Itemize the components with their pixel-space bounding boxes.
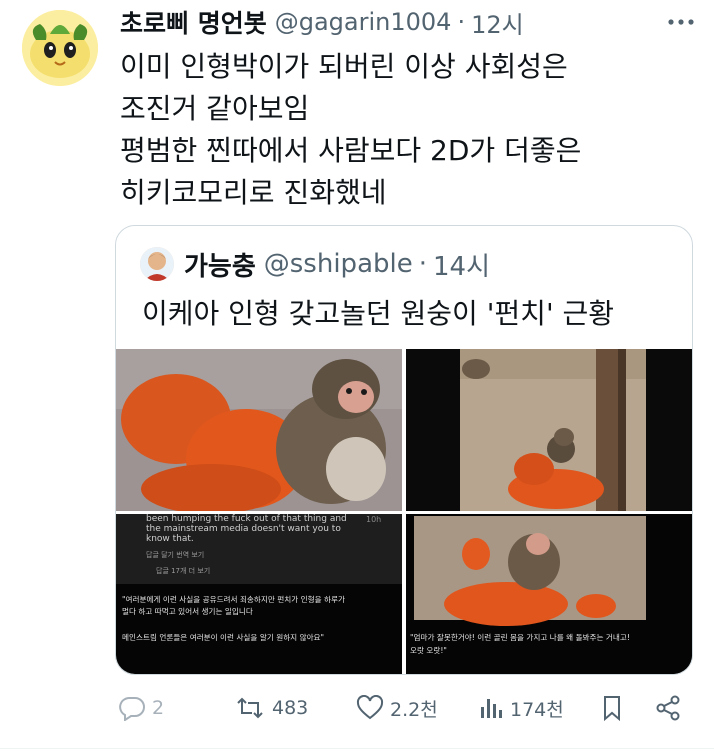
comment-actions: 답글 달기 번역 보기 <box>146 551 205 559</box>
reply-icon <box>119 697 145 721</box>
quoted-post[interactable]: 가능충 @sshipable · 14시 이케아 인형 갖고놀던 원숭이 '펀치… <box>115 225 693 675</box>
media-image-monkey-doll[interactable] <box>116 349 402 511</box>
caption-line: 멀다 하고 따먹고 있어서 생기는 일입니다 <box>122 607 253 616</box>
more-options-icon[interactable] <box>666 10 696 34</box>
post-text-line: 이미 인형박이가 되버린 이상 사회성은 <box>120 50 568 83</box>
quoted-author-handle: @sshipable <box>263 249 413 279</box>
post-text: 이미 인형박이가 되버린 이상 사회성은 조진거 같아보임 평범한 찐따에서 사… <box>120 46 700 214</box>
action-bar: 2 483 2.2천 174천 <box>118 690 698 726</box>
post-timestamp[interactable]: 12시 <box>471 5 524 40</box>
retweet-icon <box>237 697 263 719</box>
comment-replies: 답글 17개 더 보기 <box>156 567 211 575</box>
quoted-post-text: 이케아 인형 갖고놀던 원숭이 '펀치' 근황 <box>142 297 615 330</box>
quoted-author-avatar <box>140 247 174 281</box>
separator-dot: · <box>418 249 427 279</box>
media-image-monkey-scolding[interactable]: "엄마가 잘못한거야! 이런 골린 몸을 가지고 나를 왜 돌봐주는 거내고! … <box>406 514 692 674</box>
separator-dot: · <box>457 8 466 36</box>
heart-icon <box>356 695 384 720</box>
caption-line: 오랏 오랏!" <box>410 646 447 655</box>
caption-line: "여러분에게 이런 사실을 공유드려서 죄송하지만 펀치가 인형을 하루가 <box>122 595 345 604</box>
views-button[interactable]: 174천 <box>478 690 564 726</box>
caption-line: "엄마가 잘못한거야! 이런 골린 몸을 가지고 나를 왜 돌봐주는 거내고! <box>410 633 630 642</box>
retweet-count: 483 <box>272 697 309 719</box>
like-count: 2.2천 <box>390 698 438 721</box>
retweet-button[interactable]: 483 <box>234 690 308 726</box>
quoted-post-header: 가능충 @sshipable · 14시 <box>140 244 490 284</box>
comment-time: 10h <box>366 515 382 524</box>
like-button[interactable]: 2.2천 <box>356 690 438 726</box>
media-image-comment-screenshot[interactable]: been humping the fuck out of that thing … <box>116 514 402 674</box>
author-avatar[interactable] <box>22 10 98 86</box>
bookmark-button[interactable] <box>600 690 630 726</box>
caption-line: 메인스트림 언론들은 여러분이 이런 사실을 알기 원하지 않아요" <box>122 633 325 642</box>
post-text-line: 평범한 찐따에서 사람보다 2D가 더좋은 <box>120 134 582 167</box>
share-icon <box>656 695 680 721</box>
post-header: 초로삐 명언봇 @gagarin1004 · 12시 <box>120 2 524 42</box>
quoted-post-timestamp: 14시 <box>433 251 491 282</box>
share-button[interactable] <box>654 690 688 726</box>
author-name[interactable]: 초로삐 명언봇 <box>120 4 267 40</box>
view-count: 174천 <box>510 698 564 721</box>
quoted-author-name: 가능충 <box>184 251 256 282</box>
author-handle[interactable]: @gagarin1004 <box>275 8 452 36</box>
bottom-divider <box>0 748 714 749</box>
views-icon <box>481 699 502 718</box>
reply-count: 2 <box>152 697 165 719</box>
post-text-line: 조진거 같아보임 <box>120 92 310 125</box>
reply-button[interactable]: 2 <box>118 690 164 726</box>
comment-line: know that. <box>146 534 194 544</box>
bookmark-icon <box>604 696 620 722</box>
media-grid: been humping the fuck out of that thing … <box>116 349 692 674</box>
post-text-line: 히키코모리로 진화했네 <box>120 176 387 209</box>
media-image-enclosure[interactable] <box>406 349 692 511</box>
